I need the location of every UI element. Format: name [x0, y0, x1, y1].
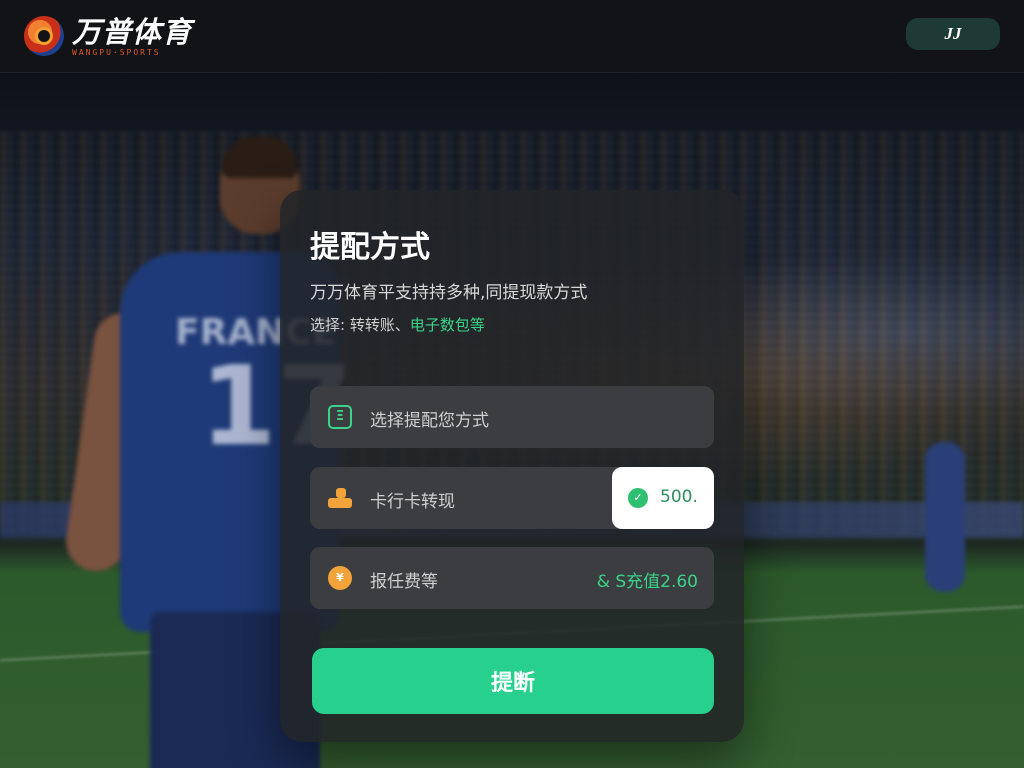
- check-circle-icon: ✓: [628, 488, 648, 508]
- card-description: 万万体育平支持持多种,同提现款方式: [310, 283, 588, 303]
- bank-transfer-row[interactable]: 卡行卡转现 ✓ 500.: [310, 467, 714, 529]
- amount-value: 500.: [660, 487, 698, 507]
- subdescription-highlight: 电子数包等: [409, 316, 485, 334]
- logo-emblem-icon: [24, 16, 64, 56]
- fee-label: 报任费等: [370, 572, 438, 592]
- logo-subtitle: WANGPU·SPORTS: [72, 47, 161, 57]
- logo-text: 万普体育 WANGPU·SPORTS: [72, 16, 192, 57]
- fee-icon: ¥: [328, 566, 352, 590]
- fee-value: & S充值2.60: [596, 572, 698, 592]
- logo-title: 万普体育: [72, 14, 193, 49]
- card-subdescription: 选择: 转转账、电子数包等: [310, 314, 485, 335]
- top-right-button[interactable]: JJ: [906, 18, 1000, 50]
- bank-card-icon: [328, 486, 352, 510]
- amount-chip[interactable]: ✓ 500.: [612, 467, 714, 529]
- bank-transfer-label: 卡行卡转现: [370, 492, 455, 512]
- player-hair: [222, 136, 298, 178]
- select-icon: Ξ: [328, 405, 352, 429]
- select-method-row[interactable]: Ξ 选择提配您方式: [310, 386, 714, 448]
- select-method-label: 选择提配您方式: [370, 411, 489, 431]
- fee-row[interactable]: ¥ 报任费等 & S充值2.60: [310, 547, 714, 609]
- site-logo[interactable]: 万普体育 WANGPU·SPORTS: [24, 14, 192, 58]
- top-bar: 万普体育 WANGPU·SPORTS JJ: [0, 0, 1024, 73]
- card-title: 提配方式: [310, 230, 430, 265]
- withdrawal-card: 提配方式 万万体育平支持持多种,同提现款方式 选择: 转转账、电子数包等 Ξ 选…: [280, 190, 744, 742]
- distant-player: [925, 442, 965, 592]
- submit-button[interactable]: 提断: [312, 648, 714, 714]
- subdescription-prefix: 选择: 转转账、: [310, 316, 410, 334]
